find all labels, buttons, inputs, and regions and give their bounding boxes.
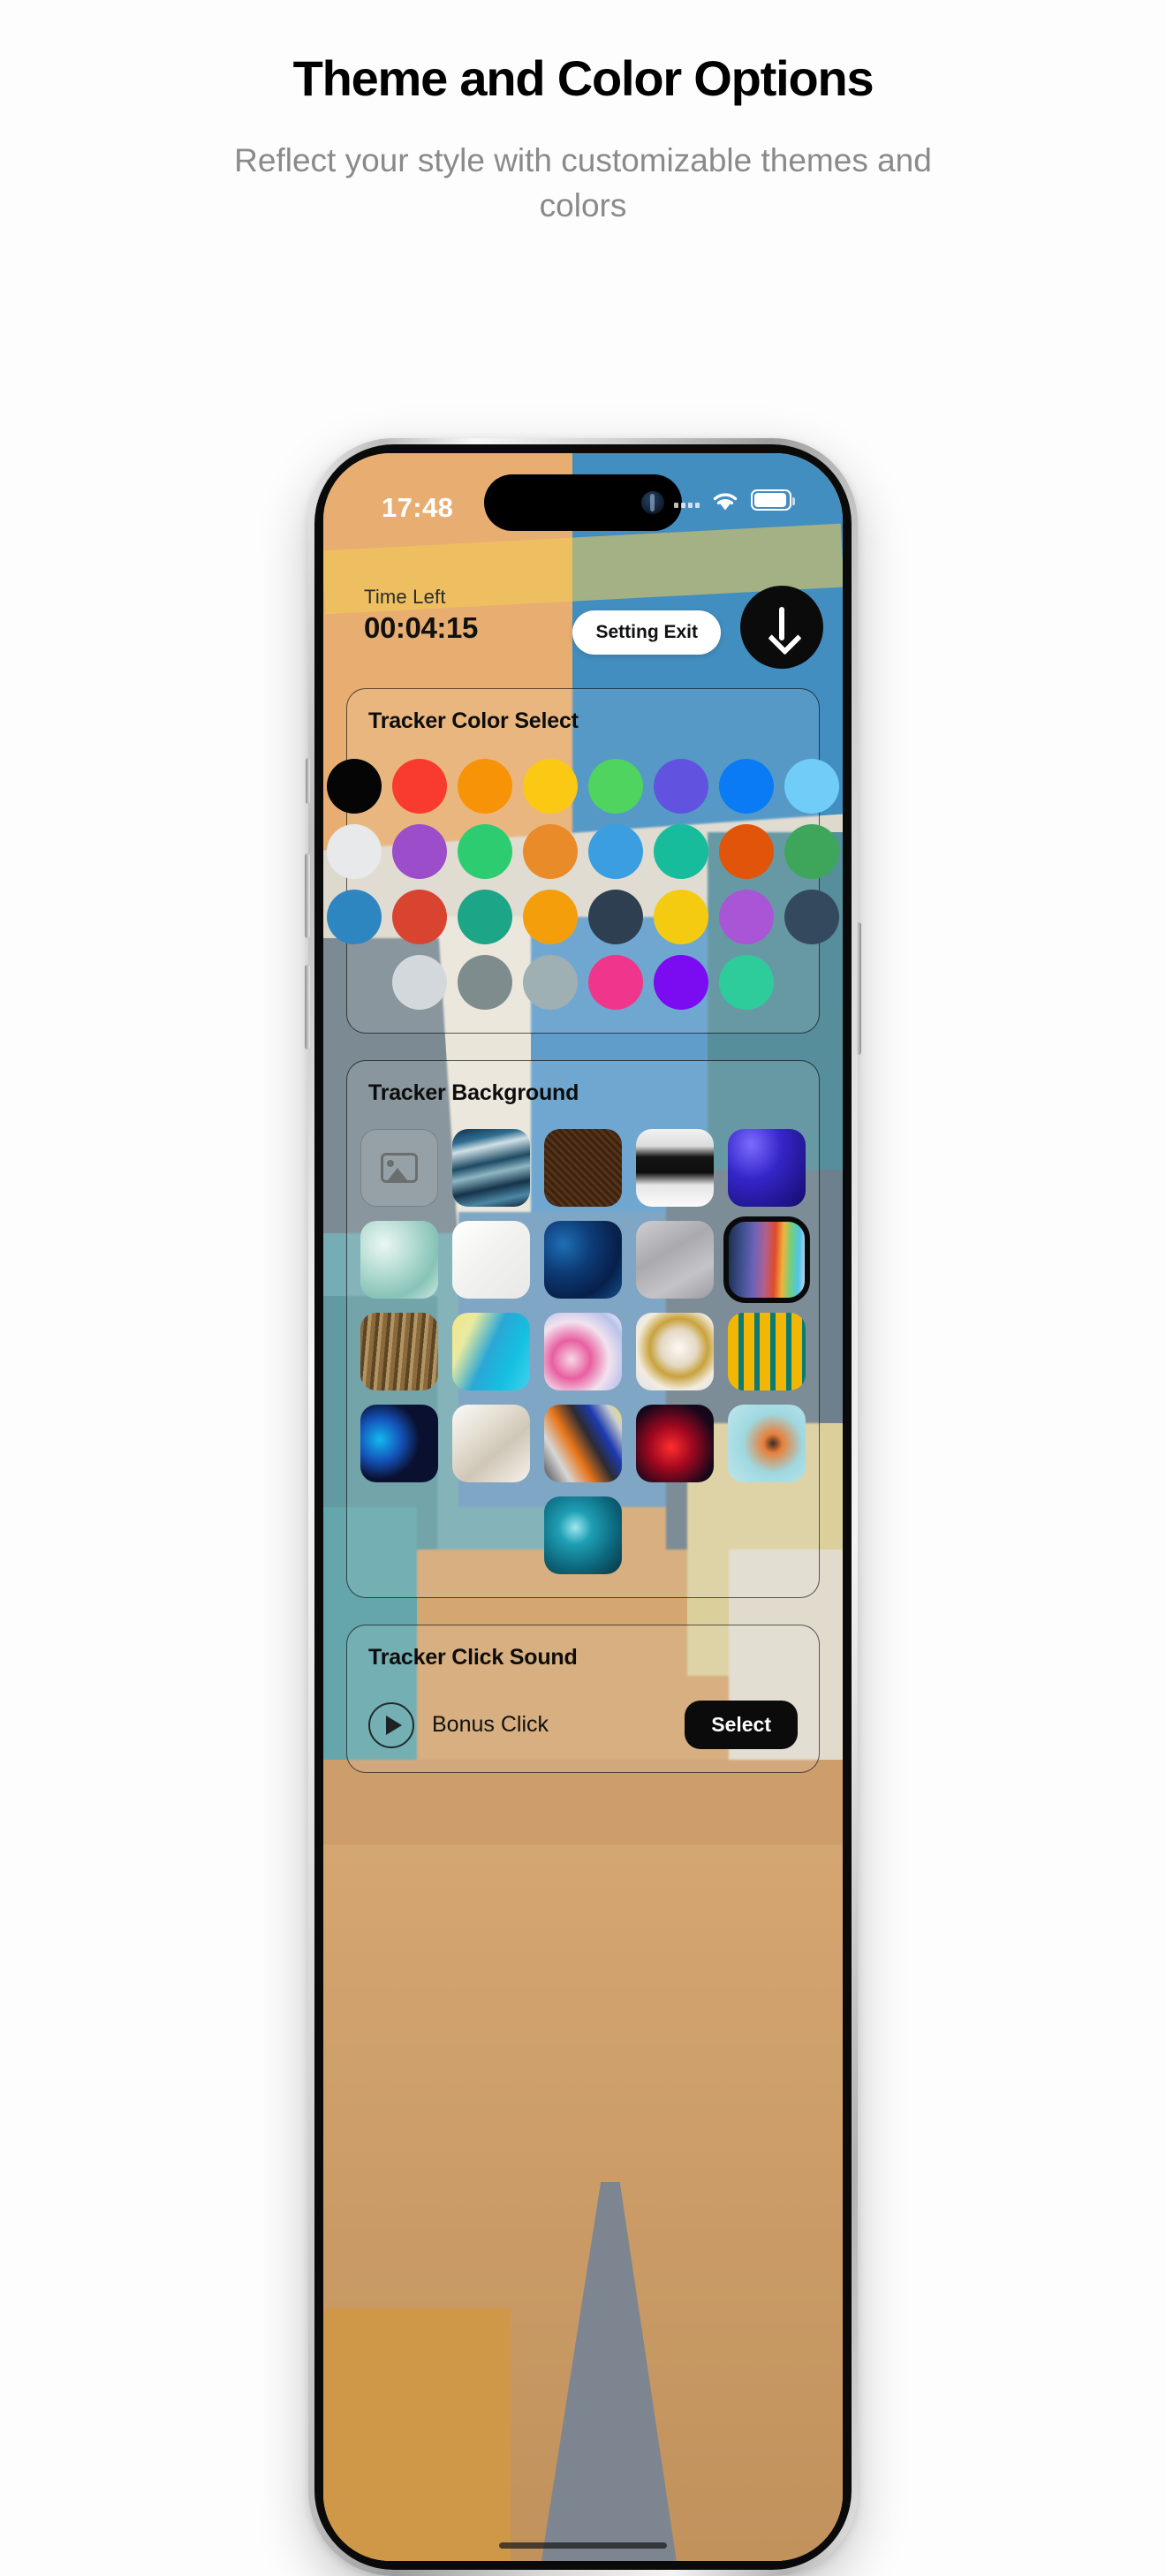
background-thumb-teal-starfield[interactable] — [544, 1496, 622, 1574]
color-swatch-leaf-green[interactable] — [784, 824, 839, 879]
time-left-block: Time Left 00:04:15 — [364, 586, 478, 645]
color-swatch-violet[interactable] — [654, 955, 708, 1010]
color-swatch-light-blue[interactable] — [784, 759, 839, 814]
color-swatch-orange[interactable] — [458, 759, 512, 814]
background-thumb-rainbow-gradient[interactable] — [723, 1216, 810, 1303]
collapse-settings-button[interactable] — [740, 586, 823, 669]
color-swatch-grid[interactable] — [327, 759, 839, 1010]
background-thumbnail-grid[interactable] — [360, 1129, 810, 1574]
phone-mockup: 17:48 Time Left 00:04:15 Setting Exit Tr… — [305, 438, 861, 2576]
time-left-value: 00:04:15 — [364, 611, 478, 644]
background-thumb-white-texture[interactable] — [452, 1221, 530, 1299]
tracker-color-select-card: Tracker Color Select — [327, 688, 839, 1034]
color-swatch-navy-slate[interactable] — [588, 890, 643, 944]
time-left-label: Time Left — [364, 586, 446, 608]
color-swatch-dark-orange[interactable] — [719, 824, 774, 879]
page-title: Theme and Color Options — [292, 50, 874, 106]
color-swatch-row — [327, 824, 839, 879]
front-camera-icon — [641, 491, 664, 514]
color-swatch-orchid[interactable] — [719, 890, 774, 944]
select-sound-button[interactable]: Select — [685, 1701, 798, 1749]
color-swatch-indigo[interactable] — [654, 759, 708, 814]
color-swatch-blue-gray[interactable] — [523, 955, 578, 1010]
background-thumb-custom-image-placeholder[interactable] — [360, 1129, 438, 1207]
color-swatch-mint[interactable] — [719, 955, 774, 1010]
silent-switch[interactable] — [306, 758, 310, 804]
background-thumb-blue-red-smoke[interactable] — [360, 1405, 438, 1482]
color-swatch-row — [368, 955, 798, 1010]
color-swatch-blue[interactable] — [719, 759, 774, 814]
background-thumb-blue-marble[interactable] — [544, 1221, 622, 1299]
background-thumb-abstract-geometric[interactable] — [544, 1405, 622, 1482]
color-swatch-pink[interactable] — [588, 955, 643, 1010]
color-swatch-light-gray[interactable] — [392, 955, 447, 1010]
arrow-down-icon — [767, 607, 797, 648]
tracker-color-select-title: Tracker Color Select — [368, 708, 579, 733]
phone-screen: 17:48 Time Left 00:04:15 Setting Exit Tr… — [323, 453, 843, 2561]
color-swatch-sea-green[interactable] — [458, 890, 512, 944]
dynamic-island — [484, 474, 682, 531]
settings-scroll-area[interactable]: Tracker Color Select Tracker Background … — [323, 688, 843, 2561]
color-swatch-dark-slate[interactable] — [784, 890, 839, 944]
signal-dots-icon — [674, 492, 700, 508]
background-row — [360, 1313, 806, 1390]
color-swatch-amber-orange[interactable] — [523, 824, 578, 879]
background-thumb-turquoise-orange[interactable] — [728, 1405, 806, 1482]
background-thumb-white-crumpled[interactable] — [452, 1405, 530, 1482]
color-swatch-row — [327, 890, 839, 944]
tracker-background-card: Tracker Background — [346, 1060, 820, 1598]
sound-row: Bonus Click Select — [368, 1701, 798, 1749]
battery-icon — [751, 489, 795, 511]
background-thumb-red-ink[interactable] — [636, 1405, 714, 1482]
setting-exit-button[interactable]: Setting Exit — [572, 610, 721, 655]
color-swatch-marigold[interactable] — [523, 890, 578, 944]
background-thumb-tree-bark[interactable] — [360, 1313, 438, 1390]
background-thumb-gray-concrete[interactable] — [636, 1221, 714, 1299]
background-row — [360, 1405, 806, 1482]
color-swatch-white[interactable] — [327, 824, 382, 879]
status-time: 17:48 — [382, 492, 454, 523]
status-indicators — [674, 489, 795, 511]
background-thumb-blue-waves[interactable] — [452, 1129, 530, 1207]
background-thumb-black-white-clouds[interactable] — [636, 1129, 714, 1207]
background-thumb-gold-white-marble[interactable] — [636, 1313, 714, 1390]
promo-header: Theme and Color Options Reflect your sty… — [0, 0, 1166, 228]
background-thumb-yellow-teal-paint[interactable] — [728, 1313, 806, 1390]
tracker-click-sound-title: Tracker Click Sound — [368, 1645, 578, 1670]
background-thumb-turquoise-water[interactable] — [360, 1221, 438, 1299]
tracker-click-sound-card: Tracker Click Sound Bonus Click Select — [346, 1625, 820, 1773]
power-button[interactable] — [856, 922, 861, 1055]
background-thumb-cyan-yellow-marble[interactable] — [452, 1313, 530, 1390]
volume-down-button[interactable] — [305, 965, 310, 1049]
color-swatch-green[interactable] — [588, 759, 643, 814]
background-thumb-purple-blue-gradient[interactable] — [728, 1129, 806, 1207]
color-swatch-row — [327, 759, 839, 814]
color-swatch-steel-blue[interactable] — [327, 890, 382, 944]
color-swatch-yellow[interactable] — [523, 759, 578, 814]
sound-name-label: Bonus Click — [432, 1712, 549, 1737]
background-thumb-pink-marble[interactable] — [544, 1313, 622, 1390]
page-subtitle: Reflect your style with customizable the… — [234, 141, 932, 224]
tracker-background-title: Tracker Background — [368, 1080, 579, 1105]
color-swatch-sky-blue[interactable] — [588, 824, 643, 879]
color-swatch-gold[interactable] — [654, 890, 708, 944]
color-swatch-gray[interactable] — [458, 955, 512, 1010]
color-swatch-brick-red[interactable] — [392, 890, 447, 944]
home-indicator[interactable] — [499, 2542, 667, 2549]
color-swatch-black[interactable] — [327, 759, 382, 814]
status-bar: 17:48 — [323, 453, 843, 550]
color-swatch-teal[interactable] — [654, 824, 708, 879]
background-row — [360, 1216, 810, 1303]
color-swatch-purple[interactable] — [392, 824, 447, 879]
play-circle-icon[interactable] — [368, 1701, 414, 1748]
color-swatch-red[interactable] — [392, 759, 447, 814]
image-placeholder-icon — [381, 1153, 418, 1183]
background-thumb-brown-fabric[interactable] — [544, 1129, 622, 1207]
background-row — [360, 1129, 806, 1207]
volume-up-button[interactable] — [305, 853, 310, 938]
wifi-icon — [710, 489, 740, 511]
background-row — [368, 1496, 798, 1574]
color-swatch-emerald[interactable] — [458, 824, 512, 879]
